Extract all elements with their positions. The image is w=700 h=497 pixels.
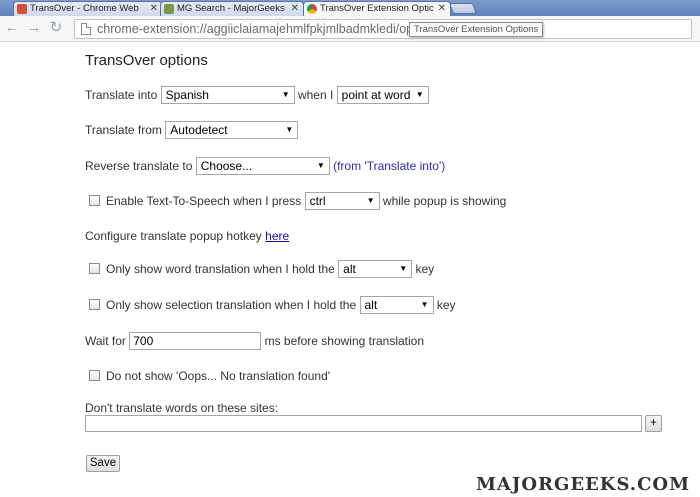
word-modifier-row: Only show word translation when I hold t… [85,259,434,279]
new-tab-button[interactable] [448,3,478,14]
reverse-translate-select[interactable]: Choose... ▼ [195,156,330,175]
watermark-logo: MAJORGEEKS.COM [475,474,690,495]
select-value: Spanish [165,87,209,102]
tab-transover-options[interactable]: TransOver Extension Optic ✕ [303,1,451,16]
word-modifier-label: Only show word translation when I hold t… [106,261,335,276]
selection-modifier-label: Only show selection translation when I h… [106,297,357,312]
hotkey-link[interactable]: here [265,229,289,243]
reload-icon[interactable]: ↻ [48,20,64,36]
tts-key-select[interactable]: ctrl ▼ [304,191,380,210]
save-button[interactable]: Save [86,455,120,472]
tts-row: Enable Text-To-Speech when I press ctrl ▼… [85,191,506,211]
dropdown-arrow-icon: ▼ [285,124,294,134]
close-icon[interactable]: ✕ [438,2,446,15]
word-modifier-select[interactable]: alt ▼ [338,259,413,278]
forward-icon[interactable]: → [26,20,42,36]
oops-label: Do not show 'Oops... No translation foun… [106,368,331,383]
chrome-icon [307,4,317,14]
selection-modifier-select[interactable]: alt ▼ [359,295,434,314]
reverse-translate-label: Reverse translate to [85,158,193,173]
selection-modifier-row: Only show selection translation when I h… [85,295,456,315]
tab-transover-webstore[interactable]: TransOver - Chrome Web ✕ [13,1,163,16]
word-modifier-suffix: key [415,261,435,276]
address-bar[interactable]: chrome-extension://aggiiclaiamajehmlfpkj… [74,19,692,39]
translate-from-select[interactable]: Autodetect ▼ [165,120,299,139]
tab-title: MG Search - MajorGeeks [177,3,285,14]
close-icon[interactable]: ✕ [291,2,299,15]
tab-title: TransOver - Chrome Web [30,3,139,14]
add-site-button[interactable]: + [645,415,662,432]
majorgeeks-icon [164,4,174,14]
select-value: Choose... [200,158,253,173]
close-icon[interactable]: ✕ [150,2,158,15]
select-value: alt [343,261,356,276]
select-value: alt [364,297,378,312]
select-value: point at word [341,87,411,102]
page-title: TransOver options [85,52,208,69]
exclude-label: Don't translate words on these sites: [85,400,279,415]
browser-toolbar: ← → ↻ chrome-extension://aggiiclaiamajeh… [0,16,700,42]
dropdown-arrow-icon: ▼ [415,89,424,99]
exclude-sites-input[interactable] [85,415,642,432]
dropdown-arrow-icon: ▼ [399,263,408,273]
dropdown-arrow-icon: ▼ [281,89,290,99]
select-value: ctrl [309,193,326,208]
hotkey-row: Configure translate popup hotkey here [85,226,289,246]
oops-row: Do not show 'Oops... No translation foun… [85,366,330,386]
tab-mg-search[interactable]: MG Search - MajorGeeks ✕ [160,1,304,16]
hotkey-label: Configure translate popup hotkey [85,228,262,243]
trigger-select[interactable]: point at word ▼ [336,85,429,104]
translate-from-row: Translate from Autodetect ▼ [85,120,299,140]
translate-from-label: Translate from [85,122,162,137]
delay-input[interactable]: 700 [129,331,262,350]
when-label: when I [297,87,334,102]
tab-strip: TransOver - Chrome Web ✕ MG Search - Maj… [0,0,700,16]
reverse-translate-row: Reverse translate to Choose... ▼ (from 'T… [85,156,445,176]
dropdown-arrow-icon: ▼ [316,160,325,170]
select-value: Autodetect [170,122,228,137]
options-page: TransOver options Translate into Spanish… [0,43,700,497]
delay-suffix: ms before showing translation [264,333,425,348]
selection-modifier-checkbox[interactable] [89,299,100,311]
dropdown-arrow-icon: ▼ [420,299,429,309]
tts-label: Enable Text-To-Speech when I press [106,193,302,208]
word-modifier-checkbox[interactable] [89,263,100,275]
chrome-store-icon [17,4,27,14]
translate-into-select[interactable]: Spanish ▼ [160,85,295,104]
delay-row: Wait for 700 ms before showing translati… [85,331,424,351]
tab-title: TransOver Extension Optic [320,3,434,14]
oops-checkbox[interactable] [89,370,100,382]
tooltip: TransOver Extension Options [409,22,544,37]
selection-modifier-suffix: key [436,297,456,312]
delay-prefix: Wait for [85,333,126,348]
dropdown-arrow-icon: ▼ [366,195,375,205]
translate-into-label: Translate into [85,87,158,102]
tts-checkbox[interactable] [89,195,100,207]
back-icon[interactable]: ← [4,20,20,36]
tts-suffix: while popup is showing [382,193,507,208]
reverse-translate-note: (from 'Translate into') [333,158,446,173]
translate-into-row: Translate into Spanish ▼ when I point at … [85,85,429,105]
page-icon [81,23,91,35]
